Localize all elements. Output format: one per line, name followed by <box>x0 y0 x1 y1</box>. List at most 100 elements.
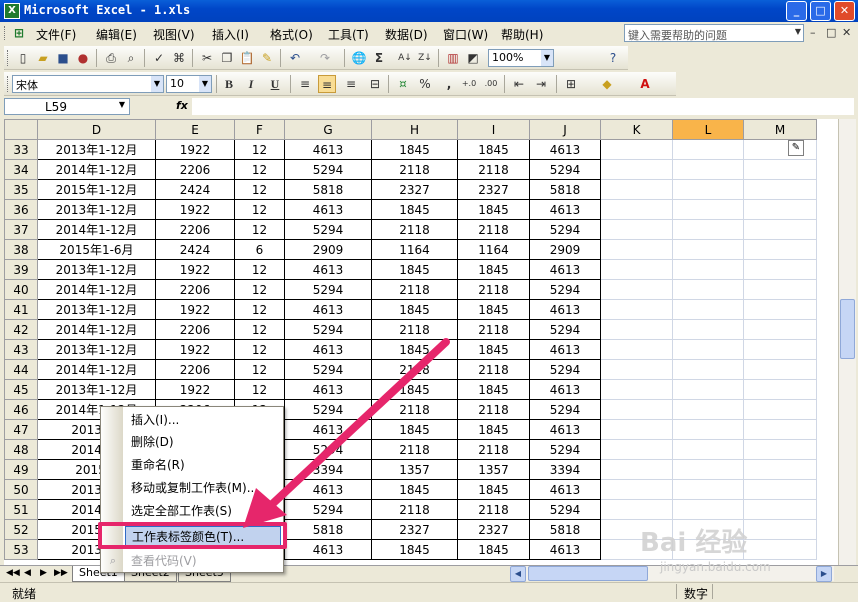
chevron-down-icon[interactable]: ▼ <box>199 76 211 92</box>
toolbar-grip[interactable] <box>7 76 10 92</box>
cell[interactable]: 2118 <box>371 439 458 460</box>
cell[interactable]: 5294 <box>529 359 601 380</box>
cell[interactable]: 2206 <box>155 319 235 340</box>
cell[interactable]: 4613 <box>284 539 372 560</box>
cell[interactable]: 1922 <box>155 379 235 400</box>
cell[interactable]: 1845 <box>371 479 458 500</box>
cell[interactable] <box>743 479 817 500</box>
cell[interactable] <box>600 419 673 440</box>
cell[interactable] <box>743 299 817 320</box>
tab-last-button[interactable]: ▶▶ <box>54 568 68 578</box>
cell[interactable]: 5294 <box>284 319 372 340</box>
align-right-icon[interactable]: ≡ <box>342 75 360 93</box>
cell[interactable] <box>600 299 673 320</box>
cell[interactable]: 1845 <box>457 139 530 160</box>
row-header[interactable]: 49 <box>4 459 38 480</box>
cell[interactable] <box>672 219 744 240</box>
tab-prev-button[interactable]: ◀ <box>24 568 31 578</box>
cell[interactable]: 5294 <box>529 399 601 420</box>
cell[interactable]: 12 <box>234 299 285 320</box>
scroll-right-icon[interactable]: ▶ <box>816 566 832 582</box>
cell[interactable]: 2206 <box>155 359 235 380</box>
format-painter-icon[interactable]: ✎ <box>258 49 276 67</box>
cell[interactable] <box>743 499 817 520</box>
cell[interactable] <box>600 399 673 420</box>
percent-button[interactable]: % <box>416 75 434 93</box>
menu-edit[interactable]: 编辑(E) <box>96 26 137 43</box>
cell[interactable]: 5294 <box>529 219 601 240</box>
cell[interactable]: 1922 <box>155 339 235 360</box>
cell[interactable] <box>743 379 817 400</box>
bold-button[interactable]: B <box>220 75 238 93</box>
menu-item-delete[interactable]: 删除(D) <box>125 431 281 453</box>
cell[interactable] <box>743 279 817 300</box>
cell[interactable]: 3394 <box>284 459 372 480</box>
menu-view[interactable]: 视图(V) <box>153 26 195 43</box>
cell[interactable]: 3394 <box>529 459 601 480</box>
cell[interactable]: 2013年1-12月 <box>37 199 156 220</box>
redo-icon[interactable]: ↷ <box>316 49 334 67</box>
cell[interactable] <box>600 379 673 400</box>
menu-item-select-all-sheets[interactable]: 选定全部工作表(S) <box>125 500 281 522</box>
cell[interactable]: 2118 <box>371 279 458 300</box>
menu-tools[interactable]: 工具(T) <box>328 26 369 43</box>
merge-center-icon[interactable]: ⊟ <box>366 75 384 93</box>
cell[interactable]: 5294 <box>529 439 601 460</box>
cell[interactable] <box>600 199 673 220</box>
menu-help[interactable]: 帮助(H) <box>501 26 543 43</box>
cell[interactable]: 2909 <box>529 239 601 260</box>
column-header-g[interactable]: G <box>284 119 372 140</box>
cell[interactable] <box>672 359 744 380</box>
column-header-h[interactable]: H <box>371 119 458 140</box>
row-header[interactable]: 37 <box>4 219 38 240</box>
cell[interactable]: 4613 <box>529 259 601 280</box>
row-header[interactable]: 45 <box>4 379 38 400</box>
cell[interactable]: 2013年1-12月 <box>37 339 156 360</box>
cell[interactable]: 2014年1-12月 <box>37 359 156 380</box>
cell[interactable]: 4613 <box>529 479 601 500</box>
cell[interactable]: 12 <box>234 319 285 340</box>
spelling-icon[interactable]: ✓ <box>150 49 168 67</box>
sort-ascending-icon[interactable]: A↓ <box>396 49 414 67</box>
cell[interactable]: 4613 <box>284 259 372 280</box>
row-header[interactable]: 34 <box>4 159 38 180</box>
print-icon[interactable]: ⎙ <box>102 49 120 67</box>
vertical-scroll-thumb[interactable] <box>840 299 855 359</box>
cell[interactable]: 1845 <box>371 199 458 220</box>
cell[interactable] <box>600 179 673 200</box>
column-header-i[interactable]: I <box>457 119 530 140</box>
mdi-minimize-button[interactable]: – <box>810 26 816 39</box>
cell[interactable]: 4613 <box>284 419 372 440</box>
column-header-m[interactable]: M <box>743 119 817 140</box>
maximize-button[interactable]: □ <box>810 1 831 21</box>
column-header-e[interactable]: E <box>155 119 235 140</box>
cell[interactable]: 4613 <box>529 539 601 560</box>
cell[interactable] <box>743 219 817 240</box>
column-header-l[interactable]: L <box>672 119 744 140</box>
cell[interactable]: 2118 <box>371 359 458 380</box>
cell[interactable] <box>743 539 817 560</box>
cell[interactable]: 2013年1-12月 <box>37 259 156 280</box>
row-header[interactable]: 52 <box>4 519 38 540</box>
cell[interactable] <box>600 499 673 520</box>
vertical-scrollbar[interactable] <box>838 119 856 565</box>
menu-insert[interactable]: 插入(I) <box>212 26 249 43</box>
cell[interactable]: 4613 <box>284 379 372 400</box>
cell[interactable] <box>600 459 673 480</box>
cell[interactable]: 5294 <box>529 279 601 300</box>
cell[interactable] <box>672 139 744 160</box>
cell[interactable]: 5294 <box>284 439 372 460</box>
cell[interactable] <box>743 439 817 460</box>
cell[interactable]: 2118 <box>371 499 458 520</box>
menu-format[interactable]: 格式(O) <box>270 26 313 43</box>
cell[interactable]: 5294 <box>529 319 601 340</box>
cell[interactable]: 6 <box>234 239 285 260</box>
cell[interactable]: 12 <box>234 139 285 160</box>
cell[interactable]: 1845 <box>371 299 458 320</box>
cell[interactable]: 1845 <box>457 259 530 280</box>
cell[interactable] <box>672 479 744 500</box>
cell[interactable] <box>600 319 673 340</box>
zoom-select[interactable]: 100% ▼ <box>488 49 554 67</box>
column-header-d[interactable]: D <box>37 119 156 140</box>
new-icon[interactable]: ▯ <box>14 49 32 67</box>
